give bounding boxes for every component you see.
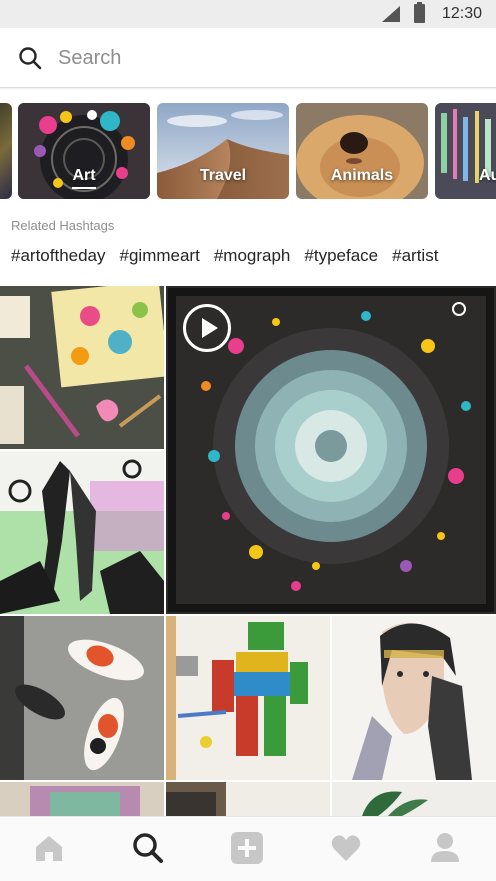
plant-drawing-image (332, 782, 496, 816)
hashtag-link[interactable]: #artoftheday (11, 246, 106, 266)
grid-item-workbench[interactable] (166, 782, 330, 816)
play-icon (183, 304, 231, 352)
heart-icon[interactable] (329, 831, 363, 865)
search-bar (0, 28, 496, 88)
grid-item-sketch[interactable] (0, 782, 164, 816)
hashtag-link[interactable]: #typeface (304, 246, 378, 266)
category-card-animals[interactable]: Animals (296, 103, 428, 199)
grid-item-robot[interactable] (166, 616, 330, 780)
profile-icon[interactable] (428, 831, 462, 865)
search-icon[interactable] (131, 831, 165, 865)
grid-item-art-supplies[interactable] (0, 286, 164, 449)
status-time: 12:30 (442, 5, 483, 22)
category-label-animals: Animals (330, 167, 394, 184)
category-carousel: Art Travel Animals Au (0, 103, 496, 199)
grid-item-portrait[interactable] (332, 616, 496, 780)
home-icon[interactable] (32, 831, 66, 865)
portrait-painting-image (332, 616, 496, 780)
hashtag-link[interactable]: #mograph (214, 246, 291, 266)
category-card-art[interactable]: Art (18, 103, 150, 199)
search-icon[interactable] (18, 46, 42, 70)
grid-item-comic[interactable] (0, 451, 164, 614)
robot-craft-image (166, 616, 330, 780)
hashtag-link[interactable]: #gimmeart (120, 246, 200, 266)
workbench-image (166, 782, 330, 816)
hashtag-list: #artoftheday #gimmeart #mograph #typefac… (11, 246, 438, 266)
related-hashtags-title: Related Hashtags (11, 218, 115, 233)
category-card-travel[interactable]: Travel (157, 103, 289, 199)
selected-indicator (72, 187, 96, 189)
multi-post-icon (452, 302, 466, 316)
signal-icon (382, 6, 400, 22)
koi-fish-image (0, 616, 164, 780)
explore-grid (0, 286, 496, 816)
bottom-tab-bar (0, 816, 496, 881)
status-bar: 12:30 (0, 0, 496, 28)
art-supplies-image (0, 286, 164, 449)
grid-item-koi[interactable] (0, 616, 164, 780)
category-label-art: Art (72, 167, 96, 184)
category-card-partial-left[interactable] (0, 103, 12, 199)
sketch-image (0, 782, 164, 816)
comic-illustration-image (0, 451, 164, 614)
battery-icon (414, 2, 425, 23)
category-label-partial: Au (479, 167, 496, 184)
grid-item-plant[interactable] (332, 782, 496, 816)
add-icon[interactable] (230, 831, 264, 865)
search-input[interactable] (58, 44, 458, 72)
hashtag-link[interactable]: #artist (392, 246, 438, 266)
category-card-partial-right[interactable]: Au (435, 103, 496, 199)
category-label-travel: Travel (199, 167, 247, 184)
